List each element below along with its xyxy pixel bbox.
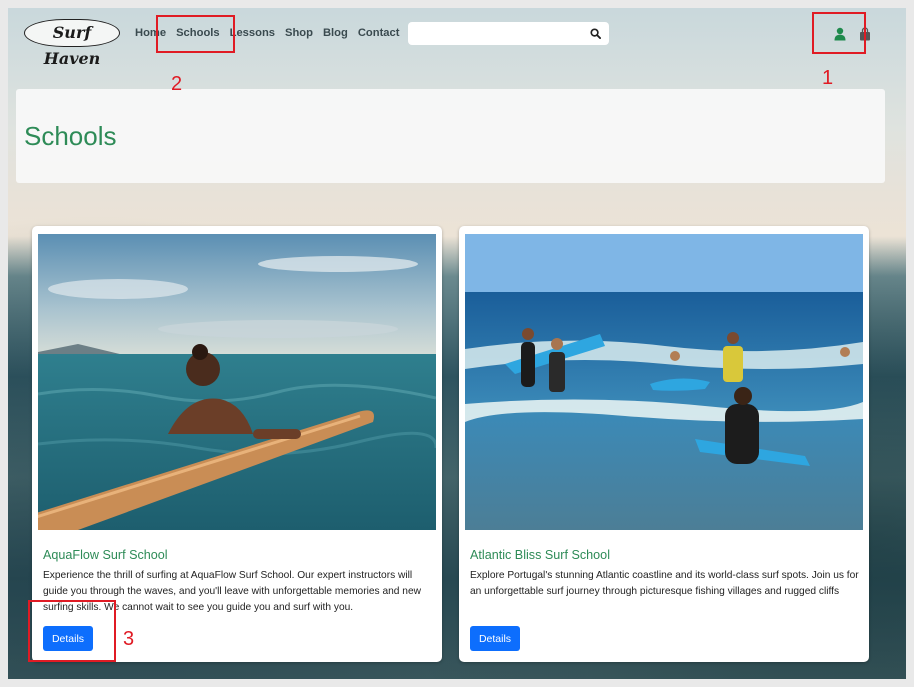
school-image-atlantic-bliss xyxy=(465,234,863,530)
page-title: Schools xyxy=(24,121,117,151)
school-image-aquaflow xyxy=(38,234,436,530)
card-description: Explore Portugal's stunning Atlantic coa… xyxy=(470,570,859,597)
card-title: Atlantic Bliss Surf School xyxy=(470,548,610,562)
nav-link-lessons[interactable]: Lessons xyxy=(230,27,275,39)
annotation-box-schools-link xyxy=(156,15,235,53)
nav-link-contact[interactable]: Contact xyxy=(358,27,400,39)
page-viewport: Surf Haven Home Schools Lessons Shop Blo… xyxy=(8,8,906,679)
search-input[interactable] xyxy=(408,22,582,45)
school-card-aquaflow: AquaFlow Surf School Experience the thri… xyxy=(32,226,442,662)
search-button[interactable] xyxy=(582,22,609,45)
nav-link-shop[interactable]: Shop xyxy=(285,27,313,39)
card-title: AquaFlow Surf School xyxy=(43,548,168,562)
search-icon xyxy=(590,28,601,39)
nav-link-blog[interactable]: Blog xyxy=(323,27,348,39)
annotation-box-details-button xyxy=(28,600,116,662)
brand-logo[interactable]: Surf Haven xyxy=(24,19,120,68)
navbar: Surf Haven Home Schools Lessons Shop Blo… xyxy=(8,8,906,68)
annotation-box-user-icon xyxy=(812,12,866,54)
annotation-number-1: 1 xyxy=(822,67,834,89)
details-button[interactable]: Details xyxy=(470,626,520,651)
annotation-number-2: 2 xyxy=(171,73,183,95)
page-title-panel: Schools xyxy=(16,89,885,183)
annotation-number-3: 3 xyxy=(123,628,135,650)
school-card-atlantic-bliss: Atlantic Bliss Surf School Explore Portu… xyxy=(459,226,869,662)
